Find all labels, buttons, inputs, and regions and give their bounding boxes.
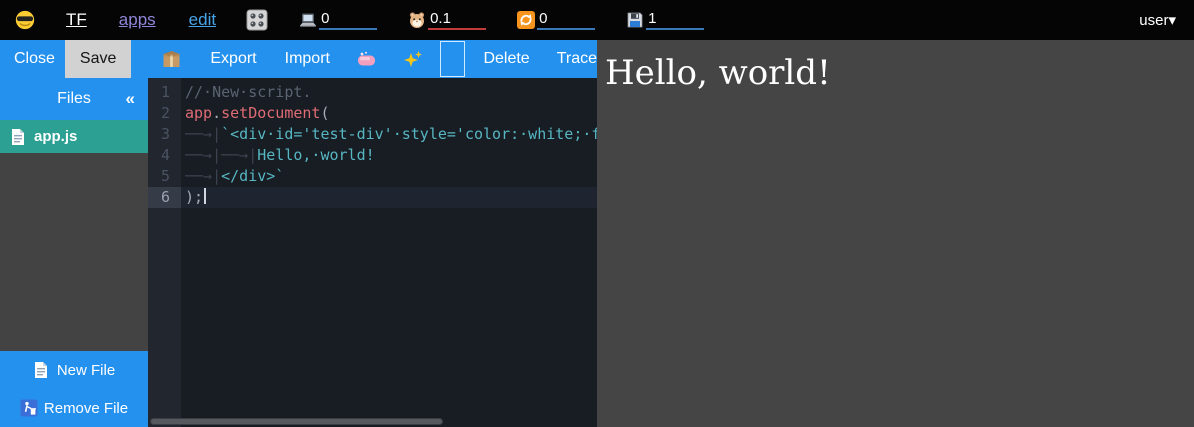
trace-button[interactable]: Trace — [557, 50, 597, 68]
sidebar-filler — [0, 153, 148, 351]
files-title: Files — [57, 90, 91, 108]
gutter-line-number: 5 — [148, 166, 181, 187]
remove-file-label: Remove File — [44, 400, 128, 417]
delete-button[interactable]: Delete — [483, 50, 529, 68]
import-button[interactable]: Import — [285, 50, 330, 68]
code-token-string: `<div·id='test-div'·style='color:·white;… — [221, 125, 597, 143]
code-token-string: </div>` — [221, 167, 284, 185]
code-token-name: setDocument — [221, 104, 320, 122]
laptop-stat-value: 0 — [319, 10, 377, 30]
collapse-sidebar-button[interactable]: « — [126, 89, 135, 109]
empty-slot-button[interactable] — [440, 41, 465, 77]
refresh-stat-field[interactable]: 0 — [516, 10, 595, 30]
export-button[interactable]: Export — [210, 50, 256, 68]
code-token-tab: ──→| — [185, 125, 221, 143]
code-line: app.setDocument( — [181, 103, 597, 124]
code-token-punct: ); — [185, 188, 203, 206]
code-line: ──→|</div>` — [181, 166, 597, 187]
floppy-icon — [625, 10, 645, 30]
laptop-icon — [298, 10, 318, 30]
code-line: ); — [181, 187, 597, 208]
litter-bin-icon — [20, 399, 37, 417]
floppy-stat-value: 1 — [646, 10, 704, 30]
code-editor[interactable]: 123456 //·New·script.app.setDocument(──→… — [148, 78, 597, 427]
sparkles-icon[interactable] — [403, 49, 424, 70]
remove-file-button[interactable]: Remove File — [0, 389, 148, 427]
tf-link[interactable]: TF — [66, 10, 87, 30]
code-line: //·New·script. — [181, 82, 597, 103]
hamster-stat-field[interactable]: 0.1 — [407, 10, 486, 30]
code-token-comment: //·New·script. — [185, 83, 311, 101]
code-line: ──→|──→|Hello,·world! — [181, 145, 597, 166]
gutter-line-number: 6 — [148, 187, 181, 208]
refresh-icon — [516, 10, 536, 30]
code-token-punct: . — [212, 104, 221, 122]
code-line: ──→|`<div·id='test-div'·style='color:·wh… — [181, 124, 597, 145]
file-name: app.js — [34, 128, 77, 145]
code-token-string: Hello,·world! — [257, 146, 374, 164]
gutter-line-number: 4 — [148, 145, 181, 166]
gutter-line-number: 2 — [148, 103, 181, 124]
floppy-stat-field[interactable]: 1 — [625, 10, 704, 30]
dice-icon[interactable] — [246, 9, 268, 31]
edit-link[interactable]: edit — [189, 10, 216, 30]
output-panel: Hello, world! — [597, 40, 1194, 427]
output-text: Hello, world! — [597, 40, 1194, 93]
new-file-label: New File — [57, 362, 115, 379]
horizontal-scrollbar-thumb[interactable] — [150, 418, 443, 425]
refresh-stat-value: 0 — [537, 10, 595, 30]
file-icon — [10, 128, 26, 146]
gutter-line-number: 3 — [148, 124, 181, 145]
gutter-line-number: 1 — [148, 82, 181, 103]
new-file-button[interactable]: New File — [0, 351, 148, 389]
top-bar: TF apps edit 0 — [0, 0, 1194, 40]
hamster-icon — [407, 10, 427, 30]
hamster-stat-value: 0.1 — [428, 10, 486, 30]
code-token-name: app — [185, 104, 212, 122]
file-item-appjs[interactable]: app.js — [0, 120, 148, 153]
text-cursor — [204, 188, 206, 204]
code-token-tab: ──→| — [221, 146, 257, 164]
close-button[interactable]: Close — [14, 50, 55, 68]
package-icon[interactable] — [161, 49, 182, 70]
apps-link[interactable]: apps — [119, 10, 156, 30]
editor-code-lines[interactable]: //·New·script.app.setDocument(──→|`<div·… — [181, 78, 597, 427]
editor-gutter: 123456 — [148, 78, 181, 427]
code-token-punct: ( — [320, 104, 329, 122]
code-token-tab: ──→| — [185, 146, 221, 164]
save-button[interactable]: Save — [65, 40, 131, 78]
code-token-tab: ──→| — [185, 167, 221, 185]
files-sidebar: Files « app.js New File — [0, 78, 148, 427]
sunglasses-face-icon[interactable] — [14, 9, 36, 31]
editor-toolbar: Close Save Export Import Delete Trace — [0, 40, 597, 78]
user-menu-button[interactable]: user▾ — [1139, 11, 1176, 29]
new-file-icon — [33, 361, 50, 379]
soap-icon[interactable] — [356, 49, 377, 70]
laptop-stat-field[interactable]: 0 — [298, 10, 377, 30]
files-header: Files « — [0, 78, 148, 120]
